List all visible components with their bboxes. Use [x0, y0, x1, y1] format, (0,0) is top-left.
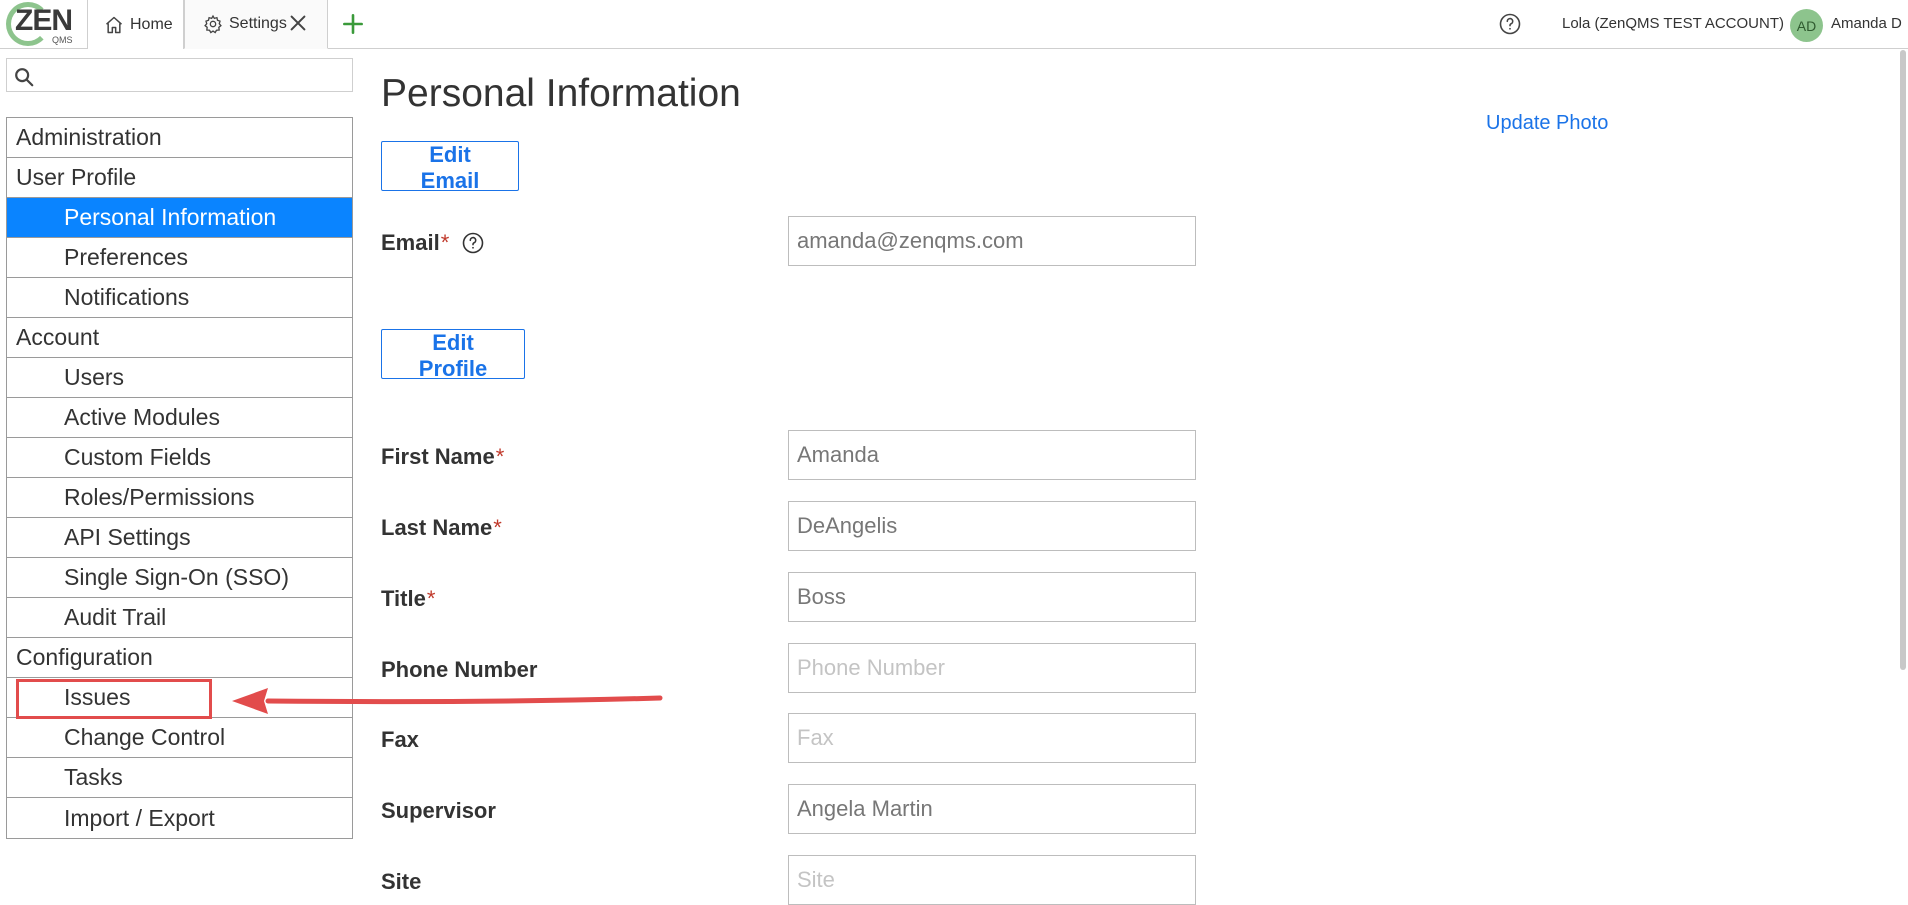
settings-nav: Administration User Profile Personal Inf…: [6, 117, 353, 839]
annotation-arrow-icon: [232, 688, 663, 714]
nav-active-modules[interactable]: Active Modules: [7, 398, 352, 438]
nav-audit-trail[interactable]: Audit Trail: [7, 598, 352, 638]
nav-users[interactable]: Users: [7, 358, 352, 398]
help-icon[interactable]: [461, 231, 485, 255]
nav-label: User Profile: [16, 164, 137, 190]
nav-label: Configuration: [16, 644, 153, 670]
nav-import-export[interactable]: Import / Export: [7, 798, 352, 838]
nav-change-control[interactable]: Change Control: [7, 718, 352, 758]
sidebar-search: [6, 58, 353, 92]
annotation-highlight-box: [16, 679, 212, 719]
nav-label: Roles/Permissions: [64, 484, 255, 510]
nav-label: Notifications: [64, 284, 190, 310]
last-name-label: Last Name *: [381, 515, 502, 541]
title-label-text: Title: [381, 586, 426, 611]
nav-api-settings[interactable]: API Settings: [7, 518, 352, 558]
close-icon[interactable]: [287, 12, 309, 34]
nav-label: Single Sign-On (SSO): [64, 564, 289, 590]
nav-account[interactable]: Account: [7, 318, 352, 358]
required-mark: *: [495, 444, 505, 469]
fax-label-text: Fax: [381, 727, 419, 752]
fax-label: Fax: [381, 727, 419, 753]
nav-label: Tasks: [64, 764, 123, 790]
scrollbar-thumb[interactable]: [1900, 50, 1906, 670]
nav-label: Administration: [16, 124, 162, 150]
edit-email-button[interactable]: Edit Email: [381, 141, 519, 193]
supervisor-label: Supervisor: [381, 798, 496, 824]
help-icon[interactable]: [1498, 12, 1522, 36]
fax-field[interactable]: [788, 713, 1196, 763]
required-mark: *: [493, 515, 502, 540]
logo-subtext: QMS: [52, 35, 73, 45]
first-name-label: First Name *: [381, 444, 504, 470]
phone-number-label: Phone Number: [381, 657, 537, 683]
title-field[interactable]: [788, 572, 1196, 622]
tab-home[interactable]: Home: [87, 0, 184, 49]
nav-user-profile[interactable]: User Profile: [7, 158, 352, 198]
nav-label: Users: [64, 364, 125, 390]
logo-text: ZEN: [15, 4, 73, 37]
nav-label: Active Modules: [64, 404, 220, 430]
zenqms-logo[interactable]: ZEN QMS: [2, 0, 86, 49]
nav-label: API Settings: [64, 524, 191, 550]
email-label-text: Email: [381, 230, 440, 255]
tab-home-label: Home: [130, 15, 173, 33]
required-mark: *: [440, 230, 450, 255]
site-field[interactable]: [788, 855, 1196, 905]
page-title: Personal Information: [381, 72, 741, 115]
update-photo-link[interactable]: Update Photo: [1486, 112, 1608, 135]
search-input[interactable]: [39, 61, 345, 89]
tab-settings-label: Settings: [229, 15, 287, 32]
avatar[interactable]: AD: [1790, 9, 1823, 42]
nav-roles-permissions[interactable]: Roles/Permissions: [7, 478, 352, 518]
plus-icon[interactable]: [340, 10, 366, 38]
nav-tasks[interactable]: Tasks: [7, 758, 352, 798]
nav-label: Audit Trail: [64, 604, 167, 630]
tab-settings[interactable]: Settings: [184, 0, 328, 49]
nav-label: Custom Fields: [64, 444, 211, 470]
nav-administration[interactable]: Administration: [7, 118, 352, 158]
search-icon: [15, 68, 34, 87]
last-name-field[interactable]: [788, 501, 1196, 551]
first-name-field[interactable]: [788, 430, 1196, 480]
first-name-label-text: First Name: [381, 444, 495, 469]
supervisor-label-text: Supervisor: [381, 798, 496, 823]
page-scrollbar[interactable]: [1898, 50, 1908, 670]
nav-configuration[interactable]: Configuration: [7, 638, 352, 678]
account-name[interactable]: Lola (ZenQMS TEST ACCOUNT): [1562, 15, 1784, 32]
nav-preferences[interactable]: Preferences: [7, 238, 352, 278]
home-icon: [106, 16, 122, 33]
site-label-text: Site: [381, 869, 422, 894]
edit-profile-button[interactable]: Edit Profile: [381, 329, 525, 381]
nav-personal-information[interactable]: Personal Information: [7, 198, 352, 238]
nav-notifications[interactable]: Notifications: [7, 278, 352, 318]
nav-single-sign-on[interactable]: Single Sign-On (SSO): [7, 558, 352, 598]
site-label: Site: [381, 869, 421, 895]
nav-label: Import / Export: [64, 804, 215, 831]
nav-label: Change Control: [64, 724, 226, 750]
phone-number-field[interactable]: [788, 643, 1196, 693]
gear-icon: [204, 14, 222, 34]
user-name[interactable]: Amanda D: [1831, 15, 1902, 32]
email-label: Email *: [381, 230, 485, 256]
nav-label: Personal Information: [64, 204, 277, 230]
top-bar: ZEN QMS Home Settings Lola (ZenQMS TEST …: [0, 0, 1908, 49]
last-name-label-text: Last Name: [381, 515, 493, 540]
nav-custom-fields[interactable]: Custom Fields: [7, 438, 352, 478]
title-label: Title *: [381, 586, 435, 612]
email-field[interactable]: [788, 216, 1196, 266]
required-mark: *: [426, 586, 436, 611]
supervisor-field[interactable]: [788, 784, 1196, 834]
nav-label: Account: [16, 324, 100, 350]
nav-label: Preferences: [64, 244, 189, 270]
phone-number-label-text: Phone Number: [381, 657, 538, 682]
